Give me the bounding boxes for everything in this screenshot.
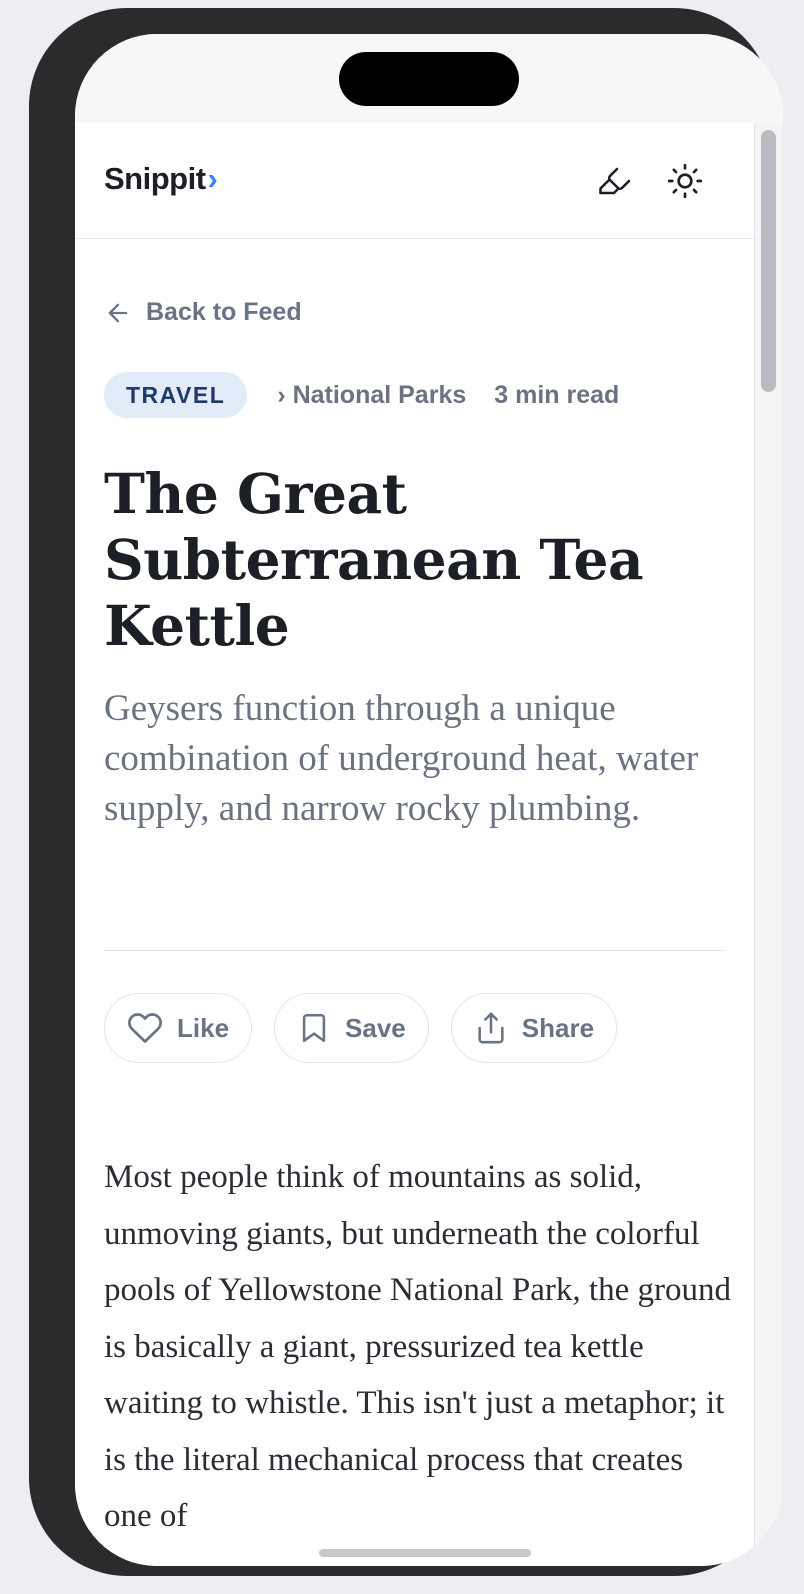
device-screen: Snippit› Back to Feed TRAVEL › National … [75,34,783,1566]
article-page: Snippit› Back to Feed TRAVEL › National … [75,123,754,1566]
sun-icon [667,163,703,199]
status-bar [75,34,783,123]
app-logo-mark: › [207,161,218,196]
article-body: Most people think of mountains as solid,… [104,1159,731,1534]
read-time: 3 min read [494,380,620,409]
divider [104,950,724,951]
highlighter-button[interactable] [592,159,636,203]
share-button[interactable]: Share [450,993,618,1063]
category-badge[interactable]: TRAVEL [104,372,248,418]
back-to-feed-link[interactable]: Back to Feed [104,298,302,327]
subcategory-link[interactable]: › National Parks [277,381,466,410]
save-button[interactable]: Save [274,993,429,1063]
theme-toggle-button[interactable] [663,159,707,203]
article-title: The Great Subterranean Tea Kettle [104,461,644,658]
share-icon [478,1012,504,1044]
like-label: Like [177,1012,230,1043]
highlighter-icon [599,167,631,195]
app-header: Snippit› [75,123,754,239]
heart-icon [128,1013,162,1043]
device-frame: Snippit› Back to Feed TRAVEL › National … [29,8,783,1576]
like-button[interactable]: Like [104,993,253,1063]
home-indicator [319,1549,531,1557]
article-subtitle: Geysers function through a unique combin… [104,688,699,829]
article-meta: TRAVEL › National Parks 3 min read [104,372,619,418]
article-actions: Like Save Share [104,993,618,1063]
back-to-feed-label: Back to Feed [146,298,302,326]
share-label: Share [521,1012,595,1043]
scrollbar-thumb[interactable] [761,130,776,392]
app-logo-text: Snippit [104,161,206,196]
dynamic-island [339,52,519,106]
bookmark-icon [302,1013,326,1043]
app-logo[interactable]: Snippit› [104,161,218,197]
save-label: Save [345,1012,406,1043]
arrow-left-icon [108,303,128,322]
